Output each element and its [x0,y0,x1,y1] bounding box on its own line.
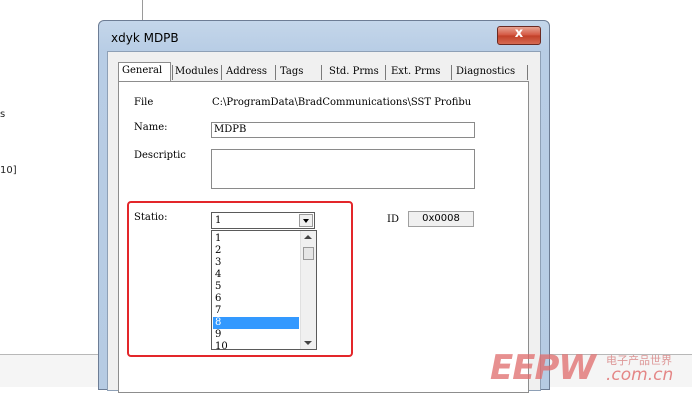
tab-separator [321,65,322,80]
id-label: ID [387,214,399,225]
name-field[interactable]: MDPB [211,122,475,138]
tab-separator [451,65,452,80]
watermark-logo: EEPW [490,348,596,388]
tab-separator [385,65,386,80]
watermark-url: .com.cn [606,365,674,385]
watermark: EEPW 电子产品世界 .com.cn [490,349,692,387]
id-value: 0x0008 [408,211,474,227]
tab-address[interactable]: Address [226,64,267,81]
background-text: 10] [0,165,17,176]
description-field[interactable] [211,149,475,189]
tab-separator [221,65,222,80]
name-label: Name: [134,122,168,133]
tab-ext-prms[interactable]: Ext. Prms [391,64,440,81]
tab-diagnostics[interactable]: Diagnostics [456,64,515,81]
file-label: File [134,97,154,108]
window-title: xdyk MDPB [111,31,179,45]
close-button[interactable]: x [497,26,541,45]
tab-separator [275,65,276,80]
tab-separator [527,65,528,80]
tab-std-prms[interactable]: Std. Prms [329,64,379,81]
tab-general[interactable]: General [118,62,171,82]
title-bar[interactable]: xdyk MDPB x [99,21,549,51]
background-text: s [0,109,6,120]
annotation-highlight-box [127,201,353,357]
file-path-value: C:\ProgramData\BradCommunications\SST Pr… [212,97,472,108]
tab-modules[interactable]: Modules [175,64,218,81]
tab-separator [172,65,173,80]
close-icon: x [514,26,524,41]
tab-tags[interactable]: Tags [280,64,303,81]
description-label: Descriptic [134,150,186,161]
